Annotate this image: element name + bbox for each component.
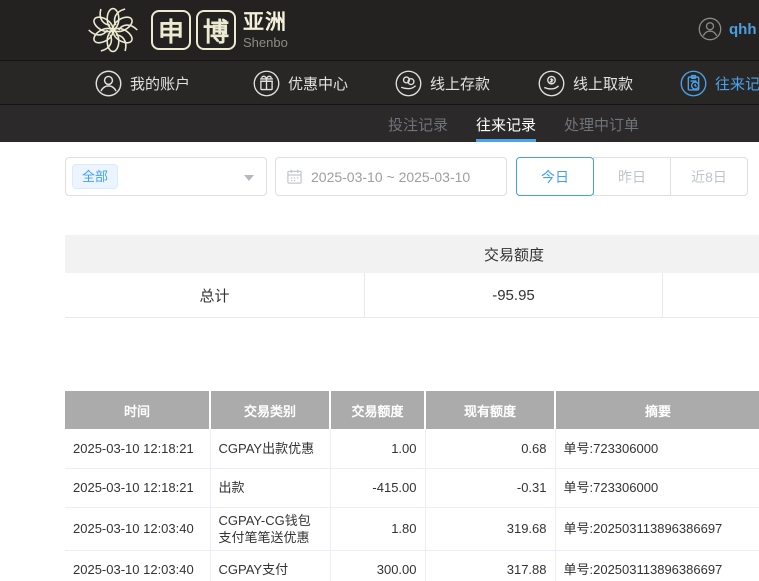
main-nav: 我的账户 优惠中心 线上存款 线上取款 往来记: [0, 60, 759, 104]
tab-transaction-records[interactable]: 往来记录: [476, 105, 537, 143]
col-header-balance: 现有额度: [425, 391, 556, 429]
cell-time: 2025-03-10 12:18:21: [65, 429, 211, 469]
last-8-days-button[interactable]: 近8日: [670, 157, 748, 196]
summary-total-label: 总计: [65, 273, 365, 317]
cell-summary: 单号:202503113896386697: [555, 550, 759, 581]
nav-label: 我的账户: [130, 75, 191, 93]
cell-time: 2025-03-10 12:03:40: [65, 507, 211, 551]
filter-row: 全部 2025-03-10 ~ 2025-03-10 今日 昨日 近8日: [65, 157, 748, 196]
cell-time: 2025-03-10 12:18:21: [65, 468, 211, 508]
promo-gift-icon: [253, 70, 280, 96]
type-chip[interactable]: 全部: [72, 164, 119, 189]
cell-type: CGPAY出款优惠: [210, 429, 331, 469]
nav-label: 优惠中心: [288, 75, 349, 93]
brand-char-2: 博: [196, 10, 236, 50]
calendar-icon: [287, 169, 302, 184]
cell-balance: 319.68: [425, 507, 556, 551]
date-range-input[interactable]: 2025-03-10 ~ 2025-03-10: [275, 157, 507, 196]
account-icon: [95, 70, 122, 96]
chevron-down-icon: [244, 175, 254, 181]
user-account[interactable]: qhh: [698, 17, 757, 41]
tab-bet-records[interactable]: 投注记录: [388, 105, 448, 143]
top-header: 申 博 亚洲 Shenbo qhh: [0, 0, 759, 60]
cell-summary: 单号:723306000: [555, 468, 759, 508]
cell-amount: 300.00: [330, 550, 426, 581]
nav-item-withdraw[interactable]: 线上取款: [538, 61, 633, 105]
cell-amount: -415.00: [330, 468, 426, 508]
nav-label: 线上存款: [430, 75, 491, 93]
record-tab-bar: 投注记录 往来记录 处理中订单: [0, 104, 759, 143]
nav-label: 线上取款: [573, 75, 634, 93]
cell-balance: -0.31: [425, 468, 556, 508]
records-table: 时间 交易类别 交易额度 现有额度 摘要 2025-03-10 12:18:21…: [65, 391, 759, 581]
summary-total-value: -95.95: [365, 273, 663, 317]
brand-flower-icon: [88, 7, 138, 53]
nav-item-records[interactable]: 往来记录: [680, 61, 759, 105]
summary-empty-cell: [663, 273, 759, 317]
summary-table: 交易额度 总计 -95.95: [65, 235, 759, 318]
cell-balance: 0.68: [425, 429, 556, 469]
today-button[interactable]: 今日: [516, 157, 594, 196]
quick-date-buttons: 今日 昨日 近8日: [516, 157, 748, 196]
withdraw-icon: [538, 70, 565, 96]
brand-subtitle: Shenbo: [243, 34, 288, 50]
cell-summary: 单号:202503113896386697: [555, 507, 759, 551]
cell-type: 出款: [210, 468, 331, 508]
cell-time: 2025-03-10 12:03:40: [65, 550, 211, 581]
summary-total-row: 总计 -95.95: [65, 273, 759, 318]
cell-summary: 单号:723306000: [555, 429, 759, 469]
brand-logo: 申 博 亚洲 Shenbo: [85, 2, 288, 58]
table-row: 2025-03-10 12:03:40 CGPAY-CG钱包支付笔笔送优惠 1.…: [65, 507, 759, 551]
tab-label: 往来记录: [476, 116, 537, 134]
nav-item-my-account[interactable]: 我的账户: [95, 61, 190, 105]
username-text: qhh: [729, 20, 757, 38]
user-avatar-icon: [698, 17, 722, 41]
cell-amount: 1.00: [330, 429, 426, 469]
table-row: 2025-03-10 12:18:21 出款 -415.00 -0.31 单号:…: [65, 468, 759, 508]
brand-region: 亚洲: [243, 10, 287, 34]
summary-header-row: 交易额度: [65, 235, 759, 273]
col-header-time: 时间: [65, 391, 211, 429]
type-select[interactable]: 全部: [65, 157, 267, 196]
col-header-summary: 摘要: [555, 391, 759, 429]
tab-label: 处理中订单: [564, 116, 640, 134]
yesterday-button[interactable]: 昨日: [593, 157, 671, 196]
table-row: 2025-03-10 12:03:40 CGPAY支付 300.00 317.8…: [65, 550, 759, 581]
brand-char-1: 申: [151, 10, 191, 50]
nav-item-deposit[interactable]: 线上存款: [395, 61, 490, 105]
cell-type: CGPAY-CG钱包支付笔笔送优惠: [210, 507, 331, 551]
records-header-row: 时间 交易类别 交易额度 现有额度 摘要: [65, 391, 759, 429]
table-row: 2025-03-10 12:18:21 CGPAY出款优惠 1.00 0.68 …: [65, 429, 759, 469]
content-area: 全部 2025-03-10 ~ 2025-03-10 今日 昨日 近8日 交易额…: [0, 142, 759, 581]
deposit-icon: [395, 70, 422, 96]
nav-label: 往来记录: [715, 75, 759, 93]
records-icon: [680, 70, 707, 96]
col-header-amount: 交易额度: [330, 391, 426, 429]
tab-label: 投注记录: [388, 116, 449, 134]
cell-amount: 1.80: [330, 507, 426, 551]
cell-balance: 317.88: [425, 550, 556, 581]
cell-type: CGPAY支付: [210, 550, 331, 581]
tab-processing-orders[interactable]: 处理中订单: [564, 105, 639, 143]
app-window: 申 博 亚洲 Shenbo qhh 我的账户 优惠中心 线上存款 线上取款 往来…: [0, 0, 759, 581]
col-header-type: 交易类别: [210, 391, 331, 429]
date-range-text: 2025-03-10 ~ 2025-03-10: [311, 168, 471, 185]
nav-item-promotions[interactable]: 优惠中心: [253, 61, 348, 105]
summary-amount-header: 交易额度: [483, 246, 544, 264]
